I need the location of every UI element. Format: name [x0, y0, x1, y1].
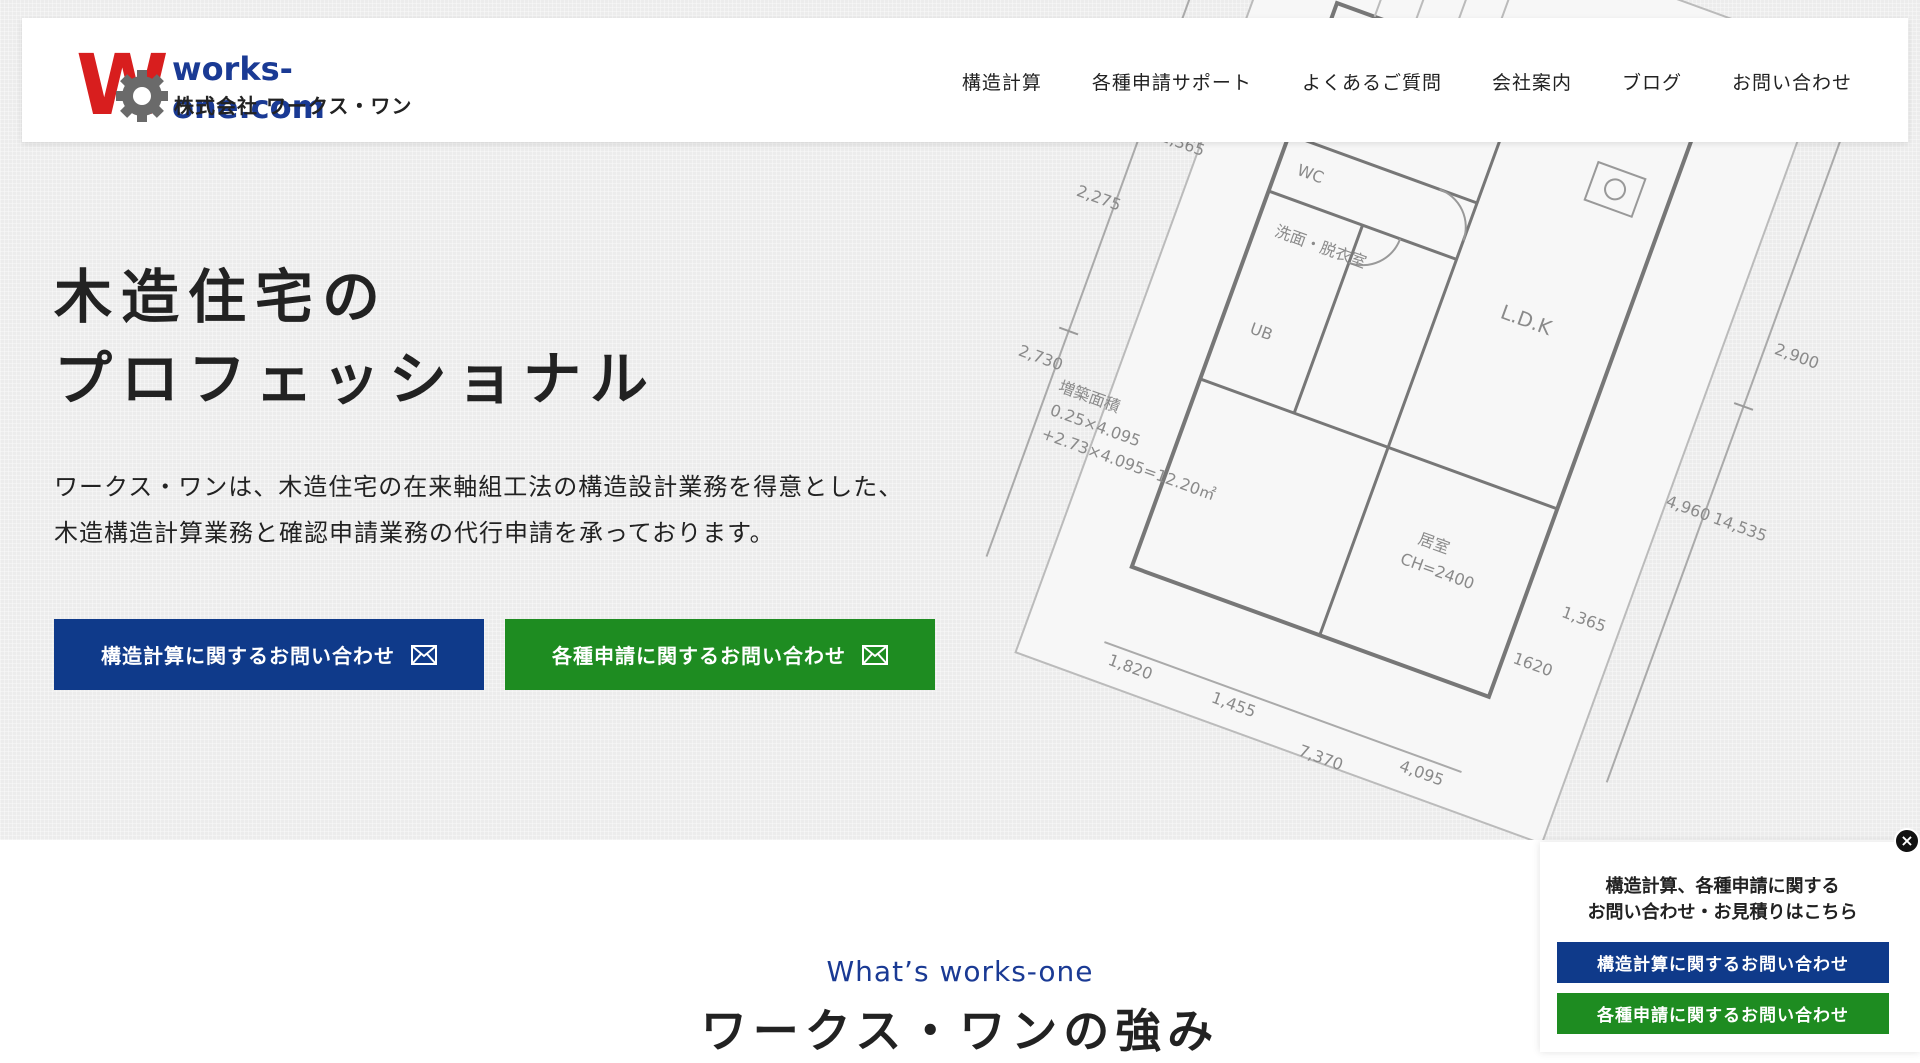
hero-title-line1: 木造住宅の	[54, 263, 390, 331]
logo-text-ja: 株式会社 ワークス・ワン	[174, 94, 413, 118]
blueprint-label: 2,730	[1016, 341, 1066, 375]
nav-item-structural-calculation[interactable]: 構造計算	[962, 68, 1042, 95]
blueprint-label: 14,535	[1711, 509, 1770, 546]
hero-description-line1: ワークス・ワンは、木造住宅の在来軸組工法の構造設計業務を得意とした、	[54, 473, 904, 501]
application-inquiry-label: 各種申請に関するお問い合わせ	[552, 644, 846, 668]
hero-title: 木造住宅の プロフェッショナル	[54, 256, 657, 420]
blueprint-label: 2,275	[1074, 181, 1124, 215]
floating-contact-line1: 構造計算、各種申請に関する	[1605, 876, 1840, 897]
site-header: W works-one.com 株式会社 ワークス・ワン 構造計算 各種申請サポ…	[22, 18, 1908, 142]
logo-mark-icon: W	[78, 44, 169, 132]
floating-contact-text: 構造計算、各種申請に関する お問い合わせ・お見積りはこちら	[1540, 874, 1905, 926]
close-icon[interactable]: ×	[1894, 828, 1920, 854]
blueprint-label: 4,960	[1664, 491, 1714, 525]
nav-item-blog[interactable]: ブログ	[1622, 68, 1682, 95]
hero-description: ワークス・ワンは、木造住宅の在来軸組工法の構造設計業務を得意とした、 木造構造計…	[54, 464, 903, 556]
floating-application-inquiry-button[interactable]: 各種申請に関するお問い合わせ	[1557, 993, 1889, 1034]
application-inquiry-button[interactable]: 各種申請に関するお問い合わせ	[505, 619, 935, 690]
nav-item-contact[interactable]: お問い合わせ	[1732, 68, 1852, 95]
main-nav: 構造計算 各種申請サポート よくあるご質問 会社案内 ブログ お問い合わせ	[962, 68, 1852, 95]
floating-contact-box: 構造計算、各種申請に関する お問い合わせ・お見積りはこちら 構造計算に関するお問…	[1540, 842, 1920, 1052]
site-logo[interactable]: W works-one.com 株式会社 ワークス・ワン	[78, 44, 438, 134]
mail-icon	[862, 644, 888, 665]
mail-icon	[411, 644, 437, 665]
structure-inquiry-button[interactable]: 構造計算に関するお問い合わせ	[54, 619, 484, 690]
floating-structure-inquiry-button[interactable]: 構造計算に関するお問い合わせ	[1557, 942, 1889, 983]
nav-item-application-support[interactable]: 各種申請サポート	[1092, 68, 1252, 95]
nav-item-company[interactable]: 会社案内	[1492, 68, 1572, 95]
hero-title-line2: プロフェッショナル	[54, 345, 658, 413]
blueprint-label: 2,900	[1772, 339, 1822, 373]
nav-item-faq[interactable]: よくあるご質問	[1302, 68, 1442, 95]
hero-description-line2: 木造構造計算業務と確認申請業務の代行申請を承っております。	[54, 519, 775, 547]
floating-contact-line2: お問い合わせ・お見積りはこちら	[1587, 902, 1858, 923]
structure-inquiry-label: 構造計算に関するお問い合わせ	[101, 644, 395, 668]
